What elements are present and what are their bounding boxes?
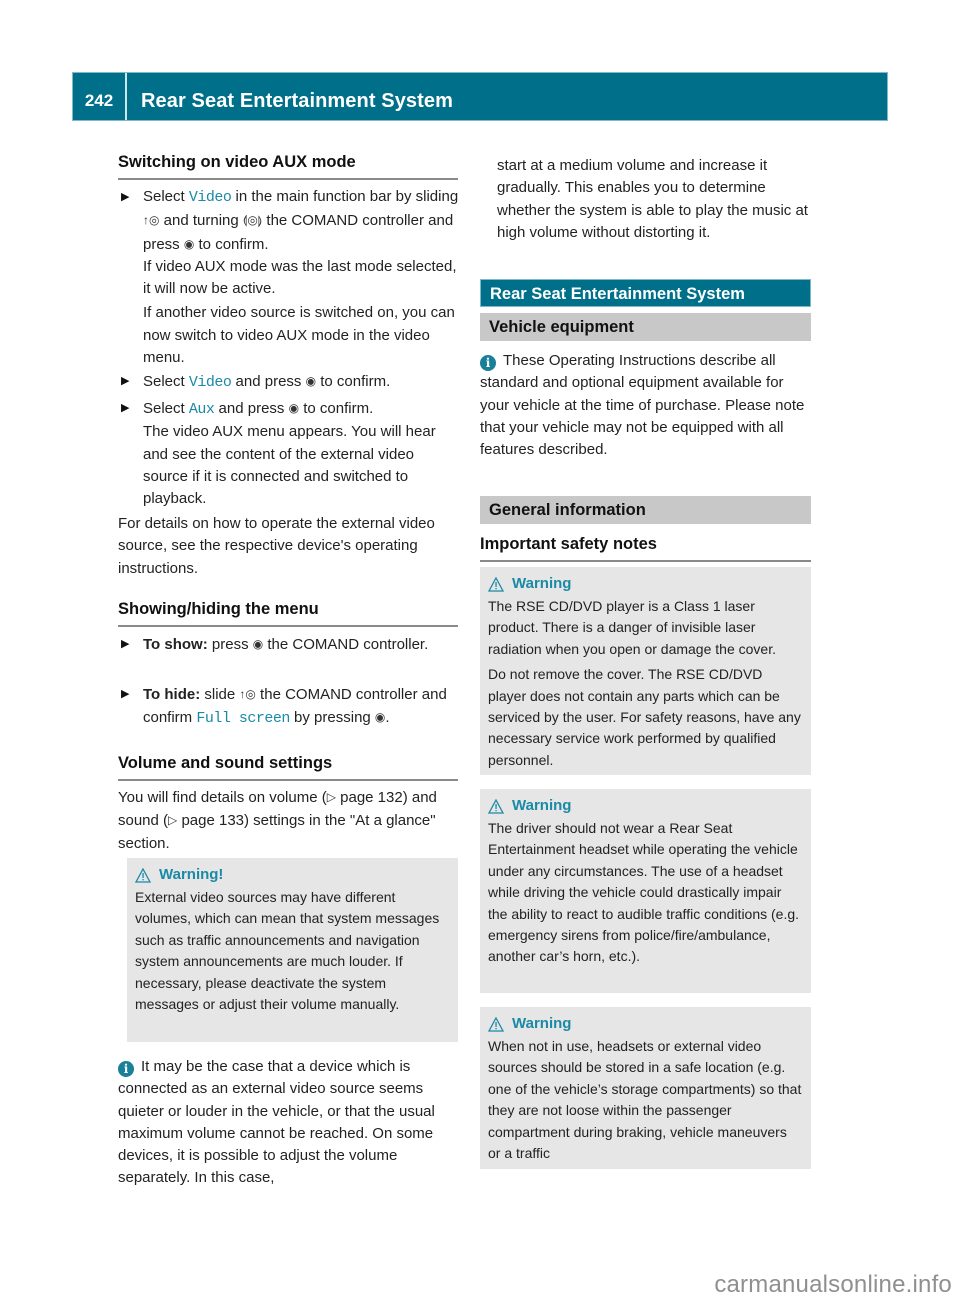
heading-volume-sound: Volume and sound settings	[118, 754, 458, 781]
paragraph-volume-sound: You will find details on volume (▷ page …	[118, 786, 463, 855]
step-to-hide: ▶ To hide: slide ↑◎ the COMAND controlle…	[118, 683, 463, 731]
info-note-volume: i It may be the case that a device which …	[118, 1056, 463, 1190]
step-select-video-main: ▶ Select Video in the main function bar …	[118, 186, 463, 369]
paragraph-external-details: For details on how to operate the extern…	[118, 515, 435, 577]
step-select-aux: ▶ Select Aux and press ◉ to confirm. The…	[118, 397, 463, 510]
step-arrow-icon: ▶	[121, 638, 130, 650]
ui-label-video: Video	[188, 189, 232, 206]
step-result-text: If video AUX mode was the last mode sele…	[143, 257, 457, 298]
press-controller-icon: ◉	[374, 710, 386, 725]
page-header: 242 Rear Seat Entertainment System	[72, 72, 888, 121]
warning-box-laser: Warning The RSE CD/DVD player is a Class…	[480, 567, 811, 775]
slide-up-icon: ↑◎	[239, 687, 256, 701]
turn-controller-icon: ⟬◎⟭	[242, 213, 263, 228]
warning-text: When not in use, headsets or external vi…	[488, 1038, 802, 1162]
section-band-vehicle-equipment: Vehicle equipment	[480, 313, 811, 341]
warning-triangle-icon	[135, 867, 151, 883]
page-ref-icon: ▷	[168, 813, 178, 828]
press-controller-icon: ◉	[305, 374, 317, 388]
warning-title: Warning	[512, 1015, 572, 1032]
step-arrow-icon: ▶	[121, 191, 130, 203]
press-controller-icon: ◉	[183, 236, 195, 251]
step-result-text: The video AUX menu appears. You will hea…	[143, 423, 436, 508]
paragraph-continued: start at a medium volume and increase it…	[497, 157, 808, 241]
warning-box-volume: Warning! External video sources may have…	[127, 858, 458, 1042]
info-note-text: It may be the case that a device which i…	[118, 1058, 435, 1187]
warning-title: Warning!	[159, 866, 224, 883]
heading-switching-video-aux: Switching on video AUX mode	[118, 153, 458, 180]
warning-triangle-icon	[488, 1016, 504, 1032]
section-band-general-information: General information	[480, 496, 811, 524]
heading-important-safety-notes: Important safety notes	[480, 535, 811, 562]
step-arrow-icon: ▶	[121, 375, 130, 387]
section-band-rse: Rear Seat Entertainment System	[480, 279, 811, 307]
warning-text: Do not remove the cover. The RSE CD/DVD …	[488, 666, 801, 768]
step-arrow-icon: ▶	[121, 688, 130, 700]
warning-text: The driver should not wear a Rear Seat E…	[488, 820, 800, 965]
step-result-text: If another video source is switched on, …	[143, 304, 455, 367]
info-note-equipment: i These Operating Instructions describe a…	[480, 350, 815, 461]
press-controller-icon: ◉	[252, 637, 264, 651]
page-number: 242	[73, 73, 127, 120]
info-note-text: These Operating Instructions describe al…	[480, 352, 805, 459]
page-reference-link[interactable]: page 132)	[336, 789, 408, 806]
step-to-show: ▶ To show: press ◉ the COMAND controller…	[118, 633, 463, 656]
chapter-title: Rear Seat Entertainment System	[141, 90, 454, 112]
warning-triangle-icon	[488, 798, 504, 814]
heading-showing-hiding-menu: Showing/hiding the menu	[118, 600, 458, 627]
warning-title: Warning	[512, 797, 572, 814]
warning-title: Warning	[512, 575, 572, 592]
watermark: carmanualsonline.info	[714, 1271, 952, 1298]
warning-box-storage: Warning When not in use, headsets or ext…	[480, 1007, 811, 1169]
info-icon: i	[118, 1061, 134, 1077]
page-ref-icon: ▷	[326, 790, 336, 804]
warning-text: External video sources may have differen…	[135, 889, 440, 1013]
step-select-video: ▶ Select Video and press ◉ to confirm.	[118, 370, 463, 394]
ui-label-aux: Aux	[188, 401, 215, 418]
info-icon: i	[480, 355, 496, 371]
warning-box-headset-driver: Warning The driver should not wear a Rea…	[480, 789, 811, 993]
press-controller-icon: ◉	[288, 401, 300, 415]
slide-up-icon: ↑◎	[143, 213, 160, 228]
step-arrow-icon: ▶	[121, 402, 130, 414]
warning-text: The RSE CD/DVD player is a Class 1 laser…	[488, 598, 776, 657]
warning-triangle-icon	[488, 576, 504, 592]
ui-label-full-screen: Full screen	[196, 710, 290, 728]
ui-label-video: Video	[188, 374, 232, 391]
